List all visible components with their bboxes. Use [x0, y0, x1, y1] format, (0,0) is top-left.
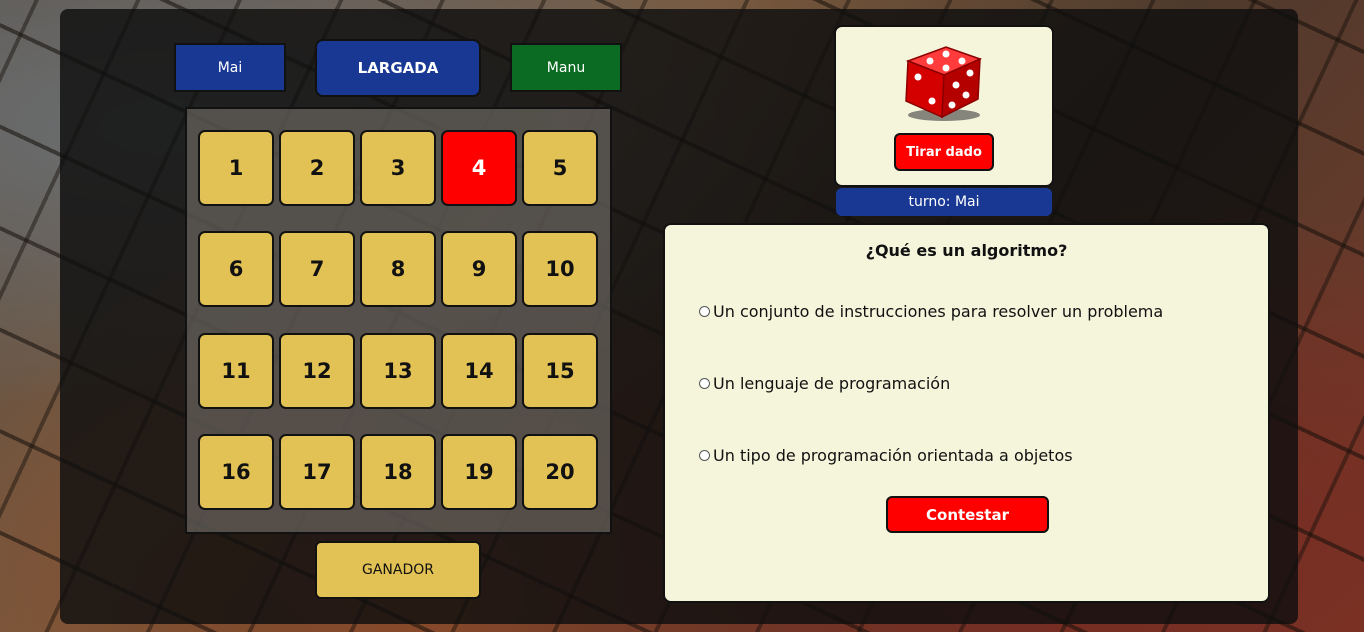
board-cell[interactable]: 8	[360, 231, 436, 307]
board-cell[interactable]: 20	[522, 434, 598, 510]
board-cell[interactable]: 10	[522, 231, 598, 307]
board-cell[interactable]: 15	[522, 333, 598, 409]
answer-option-3[interactable]: Un tipo de programación orientada a obje…	[699, 446, 1073, 465]
board-cell[interactable]: 9	[441, 231, 517, 307]
option-label: Un lenguaje de programación	[713, 374, 951, 393]
winner-button[interactable]: GANADOR	[315, 541, 481, 599]
answer-option-2[interactable]: Un lenguaje de programación	[699, 374, 950, 393]
board-cell[interactable]: 12	[279, 333, 355, 409]
board-cell[interactable]: 16	[198, 434, 274, 510]
board-cell[interactable]: 5	[522, 130, 598, 206]
board-cell[interactable]: 17	[279, 434, 355, 510]
board-cell[interactable]: 2	[279, 130, 355, 206]
submit-answer-button[interactable]: Contestar	[886, 496, 1049, 533]
roll-dice-button[interactable]: Tirar dado	[894, 133, 994, 171]
answer-option-1[interactable]: Un conjunto de instrucciones para resolv…	[699, 302, 1163, 321]
question-title: ¿Qué es un algoritmo?	[865, 241, 1068, 260]
red-dice-icon	[905, 46, 983, 121]
board-cell[interactable]: 6	[198, 231, 274, 307]
board-cell[interactable]: 14	[441, 333, 517, 409]
board-cell[interactable]: 13	[360, 333, 436, 409]
board-cell[interactable]: 11	[198, 333, 274, 409]
turn-indicator: turno: Mai	[836, 188, 1052, 216]
player2-button[interactable]: Manu	[510, 43, 622, 92]
dice-card: Tirar dado	[834, 25, 1054, 187]
player1-button[interactable]: Mai	[174, 43, 286, 92]
radio-button[interactable]	[699, 450, 710, 461]
game-board: 1 2 3 4 5 6 7 8 9 10 11 12 13 14 15 16 1…	[185, 107, 612, 534]
board-cell[interactable]: 3	[360, 130, 436, 206]
radio-button[interactable]	[699, 306, 710, 317]
radio-button[interactable]	[699, 378, 710, 389]
question-card: ¿Qué es un algoritmo? Un conjunto de ins…	[663, 223, 1270, 603]
start-button[interactable]: LARGADA	[315, 39, 481, 97]
option-label: Un tipo de programación orientada a obje…	[713, 446, 1073, 465]
option-label: Un conjunto de instrucciones para resolv…	[713, 302, 1164, 321]
board-cell[interactable]: 19	[441, 434, 517, 510]
board-cell[interactable]: 7	[279, 231, 355, 307]
board-cell-active[interactable]: 4	[441, 130, 517, 206]
board-cell[interactable]: 1	[198, 130, 274, 206]
board-cell[interactable]: 18	[360, 434, 436, 510]
